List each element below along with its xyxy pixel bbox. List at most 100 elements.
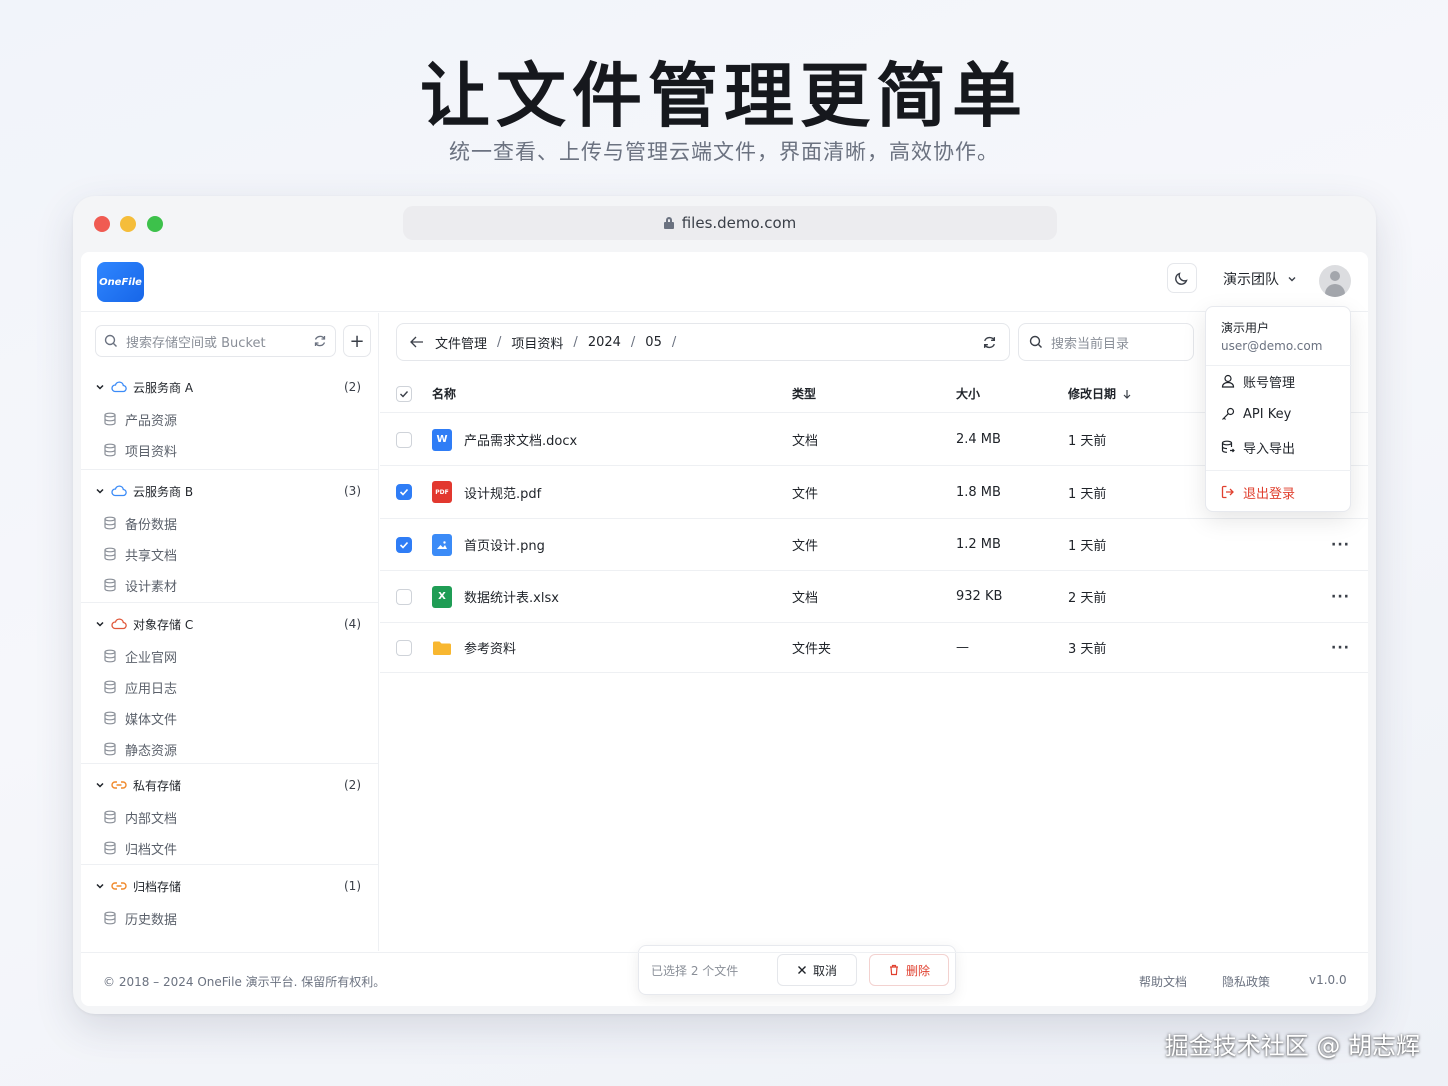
logout-button[interactable]: 退出登录 xyxy=(1221,481,1295,503)
refresh-directory-button[interactable] xyxy=(982,335,997,350)
breadcrumb-item-month[interactable]: 05 xyxy=(645,335,662,350)
menu-item-import-export[interactable]: 导入导出 xyxy=(1221,436,1295,458)
breadcrumb-separator: / xyxy=(573,334,578,350)
cloud-icon xyxy=(111,381,127,393)
file-type: 文件 xyxy=(792,486,819,502)
check-icon xyxy=(399,488,409,496)
help-docs-link[interactable]: 帮助文档 xyxy=(1139,973,1187,990)
bucket-item[interactable]: 媒体文件 xyxy=(103,706,177,730)
row-more-actions-icon[interactable]: ··· xyxy=(1331,571,1350,622)
table-row[interactable]: X 数据统计表.xlsx 文档 932 KB 2 天前 ··· xyxy=(380,571,1368,623)
column-size[interactable]: 大小 xyxy=(956,375,980,412)
user-avatar[interactable] xyxy=(1319,265,1351,297)
provider-group-header[interactable]: 云服务商 B (3) xyxy=(95,479,365,503)
column-modified[interactable]: 修改日期 xyxy=(1068,375,1132,412)
directory-search-input[interactable]: 搜索当前目录 xyxy=(1018,323,1194,361)
app-container: OneFile 演示团队 搜索存储空间或 Bucket + 云服务商 A (2) 产… xyxy=(81,252,1368,1006)
minimize-window-button[interactable] xyxy=(120,216,136,232)
file-name: 产品需求文档.docx xyxy=(464,434,578,449)
breadcrumb-item-project[interactable]: 项目资料 xyxy=(511,333,563,352)
app-header: OneFile 演示团队 xyxy=(81,252,1368,312)
chevron-down-icon[interactable] xyxy=(95,382,105,392)
chevron-down-icon[interactable] xyxy=(95,619,105,629)
bucket-item[interactable]: 企业官网 xyxy=(103,644,177,668)
table-row[interactable]: 首页设计.png 文件 1.2 MB 1 天前 ··· xyxy=(380,519,1368,571)
file-modified: 1 天前 xyxy=(1068,539,1107,554)
table-row[interactable]: 参考资料 文件夹 — 3 天前 ··· xyxy=(380,623,1368,673)
provider-name: 私有存储 xyxy=(133,778,182,793)
database-icon xyxy=(104,649,116,663)
file-name-cell[interactable]: 首页设计.png xyxy=(432,519,545,570)
bucket-item[interactable]: 内部文档 xyxy=(103,805,177,829)
team-switcher[interactable]: 演示团队 xyxy=(1223,269,1297,289)
theme-toggle-button[interactable] xyxy=(1167,263,1197,293)
provider-name: 云服务商 B xyxy=(133,484,194,499)
bucket-item[interactable]: 备份数据 xyxy=(103,511,177,535)
breadcrumb-item-file-manager[interactable]: 文件管理 xyxy=(435,333,487,352)
select-all-checkbox[interactable] xyxy=(396,385,412,402)
row-checkbox[interactable] xyxy=(396,536,412,553)
file-name-cell[interactable]: W 产品需求文档.docx xyxy=(432,414,577,465)
database-icon xyxy=(104,711,116,725)
chevron-down-icon[interactable] xyxy=(95,780,105,790)
row-select-cell xyxy=(396,623,412,672)
refresh-icon[interactable] xyxy=(313,334,327,348)
file-modified: 3 天前 xyxy=(1068,642,1107,657)
menu-item-api-key[interactable]: API Key xyxy=(1221,403,1291,425)
check-icon xyxy=(400,390,409,398)
database-icon xyxy=(104,841,116,855)
database-icon xyxy=(104,911,116,925)
bucket-item[interactable]: 产品资源 xyxy=(103,407,177,431)
database-icon xyxy=(104,810,116,824)
bucket-label: 内部文档 xyxy=(125,811,178,827)
row-select-cell xyxy=(396,571,412,622)
address-bar[interactable]: files.demo.com xyxy=(403,206,1057,240)
file-modified: 1 天前 xyxy=(1068,486,1107,502)
file-name: 首页设计.png xyxy=(464,539,545,554)
menu-item-account[interactable]: 账号管理 xyxy=(1221,370,1295,392)
provider-group-header[interactable]: 归档存储 (1) xyxy=(95,874,365,898)
file-name-cell[interactable]: PDF 设计规范.pdf xyxy=(432,466,541,518)
bucket-search-input[interactable]: 搜索存储空间或 Bucket xyxy=(95,325,336,357)
file-modified: 1 天前 xyxy=(1068,434,1107,449)
bucket-label: 媒体文件 xyxy=(125,712,178,728)
bucket-item[interactable]: 归档文件 xyxy=(103,836,177,860)
provider-group-header[interactable]: 对象存储 C (4) xyxy=(95,612,365,636)
app-logo[interactable]: OneFile xyxy=(97,262,144,302)
row-checkbox[interactable] xyxy=(396,639,412,656)
menu-item-import-export-label: 导入导出 xyxy=(1243,441,1296,457)
close-window-button[interactable] xyxy=(94,216,110,232)
add-bucket-button[interactable]: + xyxy=(343,325,371,357)
row-checkbox[interactable] xyxy=(396,431,412,448)
bucket-label: 归档文件 xyxy=(125,842,178,858)
chevron-down-icon[interactable] xyxy=(95,486,105,496)
file-type: 文件夹 xyxy=(792,642,832,657)
provider-group-header[interactable]: 私有存储 (2) xyxy=(95,773,365,797)
bucket-item[interactable]: 项目资料 xyxy=(103,438,177,462)
bucket-item[interactable]: 应用日志 xyxy=(103,675,177,699)
privacy-policy-link[interactable]: 隐私政策 xyxy=(1222,973,1270,990)
back-arrow-icon[interactable] xyxy=(409,335,425,349)
chevron-down-icon[interactable] xyxy=(95,881,105,891)
bucket-item[interactable]: 共享文档 xyxy=(103,542,177,566)
database-icon xyxy=(104,443,116,457)
row-checkbox[interactable] xyxy=(396,588,412,605)
row-more-actions-icon[interactable]: ··· xyxy=(1331,623,1350,672)
provider-group-header[interactable]: 云服务商 A (2) xyxy=(95,375,365,399)
row-more-actions-icon[interactable]: ··· xyxy=(1331,519,1350,570)
bucket-count: (2) xyxy=(344,380,361,394)
row-checkbox[interactable] xyxy=(396,484,412,500)
column-name[interactable]: 名称 xyxy=(432,375,456,412)
bucket-item[interactable]: 设计素材 xyxy=(103,573,177,597)
file-type: 文档 xyxy=(792,434,819,449)
breadcrumb-item-year[interactable]: 2024 xyxy=(588,335,621,350)
bucket-item[interactable]: 历史数据 xyxy=(103,906,177,930)
provider-name: 对象存储 C xyxy=(133,617,194,632)
bucket-item[interactable]: 静态资源 xyxy=(103,737,177,761)
database-icon xyxy=(104,516,116,530)
maximize-window-button[interactable] xyxy=(147,216,163,232)
file-name-cell[interactable]: X 数据统计表.xlsx xyxy=(432,571,559,622)
hero-title: 让文件管理更简单 xyxy=(420,55,1028,137)
column-type[interactable]: 类型 xyxy=(792,375,816,412)
file-name-cell[interactable]: 参考资料 xyxy=(432,623,516,672)
